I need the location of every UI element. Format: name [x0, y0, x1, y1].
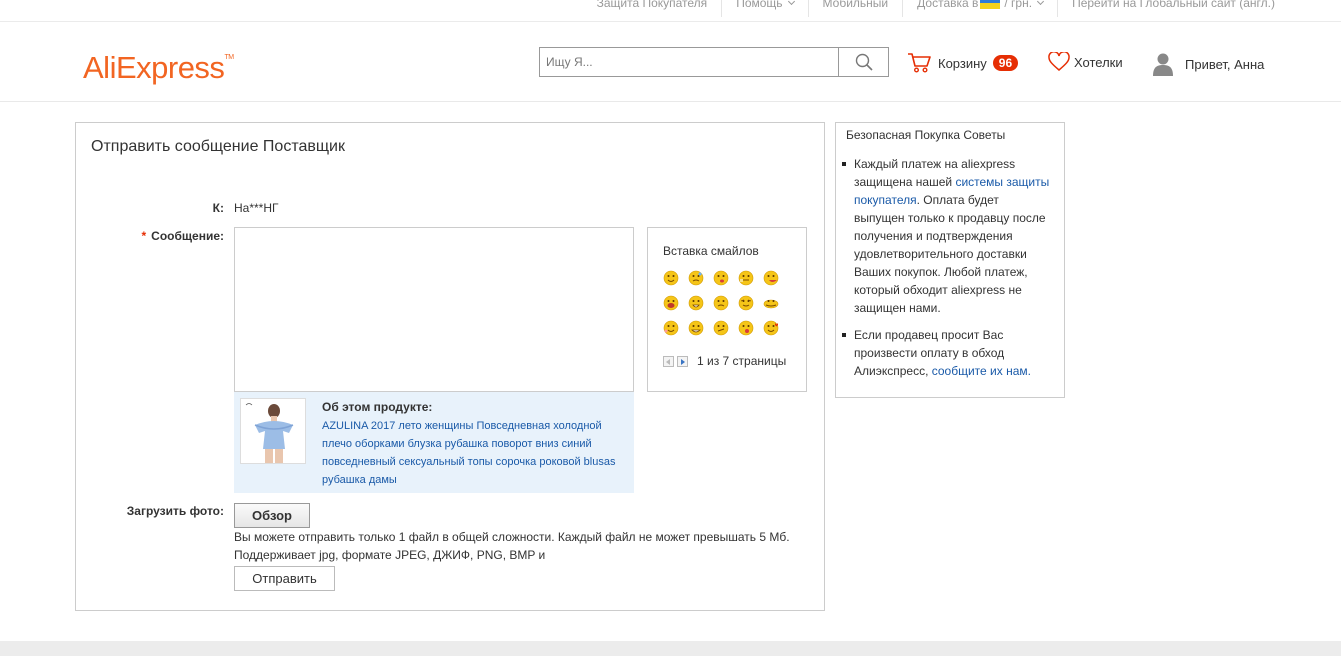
search-icon [855, 53, 873, 71]
tips-list: Каждый платеж на aliexpress защищена наш… [842, 155, 1050, 389]
account-menu[interactable]: Привет, Анна [1152, 52, 1264, 76]
cart-link[interactable]: Корзину 96 [907, 52, 1019, 74]
upload-photo-label: Загрузить фото: [126, 504, 224, 518]
product-heading: Об этом продукте: [322, 400, 433, 414]
recipient-name: На***НГ [234, 201, 279, 215]
smiley-icon[interactable] [663, 295, 679, 311]
smiley-icon[interactable] [763, 270, 779, 286]
delivery-selector[interactable]: Доставка в / грн. [902, 0, 1057, 17]
chevron-down-icon [787, 0, 795, 6]
search-bar [539, 47, 889, 77]
smiley-pager: 1 из 7 страницы [663, 354, 786, 368]
top-bar: Защита Покупателя Помощь Мобильный Доста… [0, 0, 1341, 22]
tips-title: Безопасная Покупка Советы [846, 128, 1006, 142]
global-site-link[interactable]: Перейти на Глобальный сайт (англ.) [1057, 0, 1289, 17]
cart-count-badge: 96 [992, 55, 1019, 71]
tip-item: Каждый платеж на aliexpress защищена наш… [842, 157, 1050, 315]
smiley-icon[interactable] [738, 295, 754, 311]
smiley-icon[interactable] [713, 270, 729, 286]
smiley-icon[interactable] [713, 320, 729, 336]
next-page-button[interactable] [677, 355, 688, 367]
smiley-icon[interactable] [688, 270, 704, 286]
prev-page-button[interactable] [663, 355, 674, 367]
smiley-icon[interactable] [663, 270, 679, 286]
send-button[interactable]: Отправить [234, 566, 335, 591]
chevron-down-icon [1037, 0, 1045, 6]
wishlist-link[interactable]: Хотелки [1048, 52, 1123, 72]
to-label: К: [212, 201, 224, 215]
page-title: Отправить сообщение Поставщик [91, 138, 345, 155]
search-button[interactable] [838, 48, 888, 76]
safe-purchase-tips: Безопасная Покупка Советы Каждый платеж … [835, 122, 1065, 398]
product-image [241, 399, 305, 463]
help-menu[interactable]: Помощь [721, 0, 807, 17]
smiley-icon[interactable] [738, 270, 754, 286]
report-seller-link[interactable]: сообщите их нам. [932, 364, 1031, 378]
product-name-link[interactable]: AZULINA 2017 лето женщины Повседневная х… [322, 417, 632, 489]
footer-strip [0, 641, 1341, 656]
smiley-icon[interactable] [763, 320, 779, 336]
smiley-icon[interactable] [713, 295, 729, 311]
cart-label: Корзину [938, 55, 987, 71]
message-textarea[interactable] [234, 227, 634, 392]
buyer-protection-link[interactable]: Защита Покупателя [583, 0, 722, 17]
smiley-icon[interactable] [663, 320, 679, 336]
smiley-panel: Вставка смайлов 1 из 7 страницы [647, 227, 807, 392]
message-label: * Сообщение: [141, 229, 224, 243]
ukraine-flag-icon [980, 0, 1001, 9]
upload-note: Вы можете отправить только 1 файл в обще… [234, 530, 790, 562]
user-avatar-icon [1153, 53, 1173, 76]
search-input[interactable] [540, 48, 838, 76]
smiley-grid [663, 270, 779, 336]
send-message-panel: Отправить сообщение Поставщик К: На***НГ… [75, 122, 825, 611]
smiley-icon[interactable] [688, 295, 704, 311]
aliexpress-logo[interactable]: AliExpressTM [83, 50, 234, 86]
smiley-icon[interactable] [738, 320, 754, 336]
heart-icon [1048, 52, 1070, 71]
header: AliExpressTM Корзину 96 Хотелки Привет, … [0, 22, 1341, 102]
smiley-icon[interactable] [763, 295, 779, 311]
product-thumbnail[interactable] [240, 398, 306, 464]
required-star: * [141, 229, 147, 243]
browse-button[interactable]: Обзор [234, 503, 310, 528]
page-indicator: 1 из 7 страницы [697, 354, 787, 368]
product-info: Об этом продукте: AZULINA 2017 лето женщ… [234, 392, 634, 493]
cart-icon [908, 53, 931, 73]
tip-item: Если продавец просит Вас произвести опла… [842, 326, 1050, 380]
smiley-panel-title: Вставка смайлов [663, 244, 759, 258]
mobile-link[interactable]: Мобильный [807, 0, 903, 17]
wishlist-label: Хотелки [1074, 54, 1123, 70]
greeting-text: Привет, Анна [1185, 56, 1265, 72]
smiley-icon[interactable] [688, 320, 704, 336]
